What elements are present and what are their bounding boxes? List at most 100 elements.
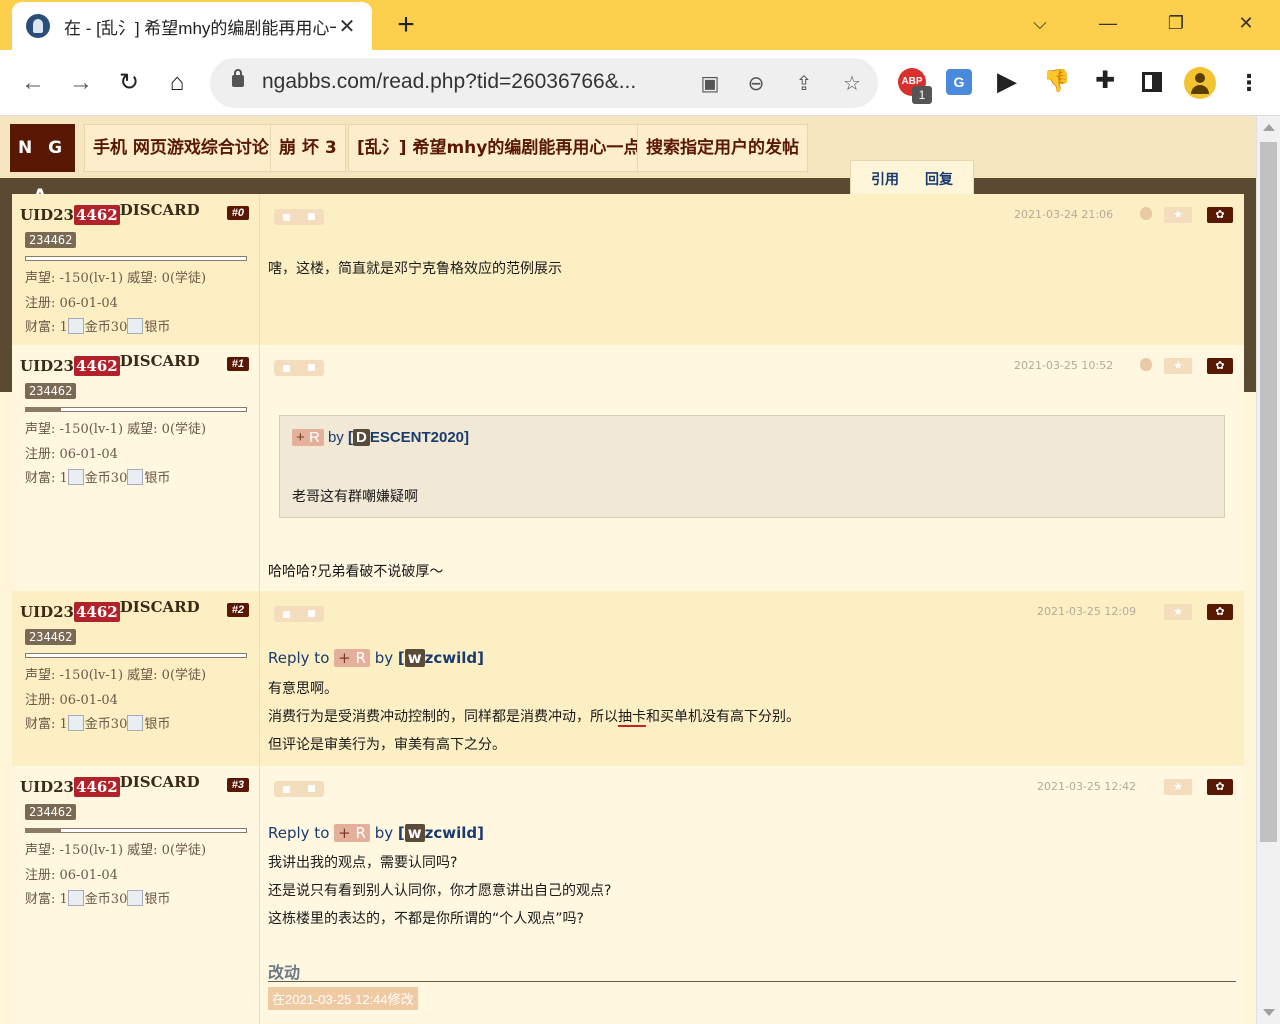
restore-button[interactable]: ❐	[1156, 8, 1196, 38]
search-user-posts-link[interactable]: 搜索指定用户的发帖	[637, 124, 808, 172]
translate-icon[interactable]: G	[946, 69, 972, 95]
address-bar[interactable]: ngabbs.com/read.php?tid=26036766&... ▣ ⊖…	[210, 58, 878, 108]
thread-posts: UID23 4462 DISCARD #0 234462 声望: -150(lv-1…	[12, 194, 1244, 1024]
breadcrumb-thread[interactable]: [乱氵] 希望mhy的编剧能再用心一点	[348, 124, 650, 172]
breadcrumb-board[interactable]: 崩 坏 3	[270, 124, 346, 172]
post-line-3: 但评论是审美行为，审美有高下之分。	[268, 737, 506, 753]
post-time: 2021-03-24 21:06	[1014, 208, 1114, 221]
play-extension-icon[interactable]: ▶	[990, 64, 1024, 98]
scroll-down-arrow-icon[interactable]	[1263, 1009, 1275, 1016]
scroll-thumb[interactable]	[1260, 142, 1277, 842]
url-text[interactable]: ngabbs.com/read.php?tid=26036766&...	[262, 70, 636, 94]
post-line-1: 我讲出我的观点，需要认同吗?	[268, 855, 458, 871]
post-author-panel: UID23 4462 DISCARD #0 234462 声望: -150(lv-1…	[12, 194, 259, 345]
quote-author-link[interactable]: ESCENT2020	[370, 429, 464, 446]
reply-button[interactable]: 回复	[925, 169, 953, 189]
close-window-button[interactable]: ✕	[1226, 8, 1266, 38]
profile-avatar[interactable]	[1184, 67, 1216, 99]
zoom-icon[interactable]: ⊖	[742, 70, 770, 98]
author-initial: D	[352, 429, 370, 446]
popup-blocked-icon[interactable]: ▣	[696, 70, 724, 98]
register-date: 注册: 06-01-04	[25, 447, 118, 462]
post-body: 2021-03-24 21:06 ★ ✿ 嗐，这楼，简直就是邓宁克鲁格效应的范例…	[259, 194, 1244, 345]
wealth-stat: 财富: 1 金币30 银币	[25, 318, 171, 335]
scroll-up-arrow-icon[interactable]	[1263, 124, 1275, 131]
nga-logo[interactable]: N G A	[10, 124, 75, 206]
divider	[268, 981, 1236, 982]
post-line-3: 这栋楼里的表达的，不都是你所谓的“个人观点”吗?	[268, 911, 584, 927]
favorite-star-button[interactable]: ★	[1164, 358, 1192, 374]
silver-coin-icon	[127, 318, 144, 334]
reply-tag[interactable]: + R	[334, 824, 370, 842]
extensions-puzzle-icon[interactable]: ✚	[1088, 64, 1122, 98]
lock-icon[interactable]	[232, 69, 244, 87]
author-uid[interactable]: UID23 4462 DISCARD	[20, 598, 200, 622]
gold-coin-icon	[67, 890, 84, 906]
tab-title: 在 - [乱氵] 希望mhy的编剧能再用心一点	[64, 18, 336, 38]
browser-menu-icon[interactable]: ⋮	[1238, 66, 1260, 100]
post-options-gear-button[interactable]: ✿	[1207, 207, 1233, 223]
floor-number[interactable]: #3	[226, 778, 249, 792]
author-uid[interactable]: UID23 4462 DISCARD	[20, 773, 200, 797]
vote-buttons[interactable]	[274, 606, 324, 622]
wealth-stat: 财富: 1 金币30 银币	[25, 890, 171, 907]
silver-coin-icon	[127, 890, 144, 906]
favorite-star-button[interactable]: ★	[1164, 207, 1192, 223]
post-body: 2021-03-25 12:42 ★ ✿ Reply to + R by [w z…	[259, 766, 1244, 1024]
reputation-stat: 声望: -150(lv-1) 威望: 0(学徒)	[25, 271, 207, 286]
register-date: 注册: 06-01-04	[25, 693, 118, 708]
quote-header: + R by [D ESCENT2020]	[292, 429, 469, 446]
reply-author-link[interactable]: zcwild	[425, 649, 478, 667]
breadcrumb-forum[interactable]: 手机 网页游戏综合讨论	[84, 124, 278, 172]
post-content: 嗐，这楼，简直就是邓宁克鲁格效应的范例展示	[268, 261, 562, 277]
back-button[interactable]: ←	[16, 66, 50, 100]
register-date: 注册: 06-01-04	[25, 868, 118, 883]
post-options-gear-button[interactable]: ✿	[1207, 358, 1233, 374]
tab-close-icon[interactable]: ✕	[336, 14, 358, 39]
vertical-scrollbar[interactable]	[1256, 116, 1280, 1024]
new-tab-button[interactable]: +	[392, 8, 420, 42]
quote-button[interactable]: 引用	[871, 169, 899, 189]
forward-button[interactable]: →	[64, 66, 98, 100]
reply-tag[interactable]: + R	[292, 429, 324, 446]
minimize-button[interactable]: —	[1088, 8, 1128, 38]
silver-coin-icon	[127, 469, 144, 485]
favorite-star-button[interactable]: ★	[1164, 604, 1192, 620]
post-line-2: 消费行为是受消费冲动控制的，同样都是消费冲动，所以抽卡和买单机没有高下分别。	[268, 709, 800, 727]
post-time: 2021-03-25 10:52	[1014, 359, 1114, 372]
favorite-star-button[interactable]: ★	[1164, 779, 1192, 795]
home-button[interactable]: ⌂	[160, 66, 194, 100]
reload-button[interactable]: ↻	[112, 66, 146, 100]
post-content: 哈哈哈?兄弟看破不说破厚～	[268, 564, 444, 580]
vote-buttons[interactable]	[274, 781, 324, 797]
reputation-stat: 声望: -150(lv-1) 威望: 0(学徒)	[25, 843, 207, 858]
uid-badge: 234462	[25, 232, 77, 248]
spellcheck-word: 抽卡	[618, 709, 646, 727]
reply-author-link[interactable]: zcwild	[425, 824, 478, 842]
share-icon[interactable]: ⇪	[790, 70, 818, 98]
quoted-post: + R by [D ESCENT2020] 老哥这有群嘲嫌疑啊	[279, 415, 1225, 518]
nga-favicon-icon	[26, 14, 50, 38]
vote-buttons[interactable]	[274, 209, 324, 225]
post-options-gear-button[interactable]: ✿	[1207, 779, 1233, 795]
tab-strip: 在 - [乱氵] 希望mhy的编剧能再用心一点 ✕ + ⌵ — ❐ ✕	[0, 0, 1280, 50]
silver-coin-icon	[127, 715, 144, 731]
reply-tag[interactable]: + R	[334, 649, 370, 667]
adblock-count-badge: 1	[912, 86, 932, 104]
quote-text: 老哥这有群嘲嫌疑啊	[292, 488, 418, 504]
vote-buttons[interactable]	[274, 360, 324, 376]
bookmark-star-icon[interactable]: ☆	[838, 70, 866, 98]
post-options-gear-button[interactable]: ✿	[1207, 604, 1233, 620]
author-initial: w	[404, 649, 425, 667]
tab-search-chevron-icon[interactable]: ⌵	[1020, 8, 1060, 38]
return-dislike-icon[interactable]: 👎	[1040, 64, 1074, 98]
edit-timestamp-note: 在2021-03-25 12:44修改	[268, 987, 418, 1010]
author-uid[interactable]: UID23 4462 DISCARD	[20, 352, 200, 376]
floor-number[interactable]: #0	[226, 206, 249, 220]
floor-number[interactable]: #1	[226, 357, 249, 371]
author-initial: w	[404, 824, 425, 842]
author-uid[interactable]: UID23 4462 DISCARD	[20, 201, 200, 225]
browser-tab[interactable]: 在 - [乱氵] 希望mhy的编剧能再用心一点 ✕	[12, 2, 372, 50]
side-panel-icon[interactable]	[1142, 72, 1162, 92]
floor-number[interactable]: #2	[226, 603, 249, 617]
